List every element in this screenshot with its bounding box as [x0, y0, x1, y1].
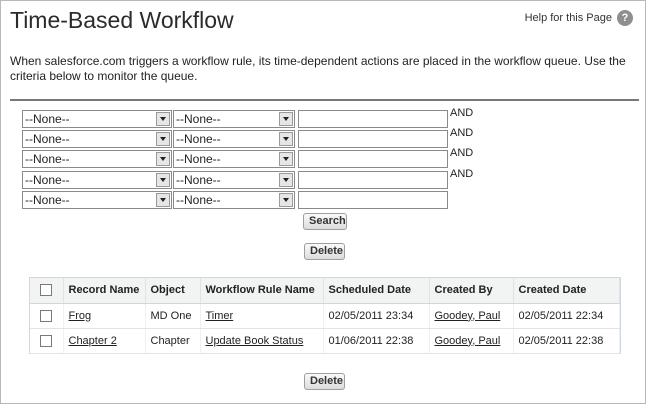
table-row: Frog MD One Timer 02/05/2011 23:34 Goode…: [30, 303, 620, 329]
criteria-row-3: --None-- --None-- AND: [22, 147, 542, 168]
workflow-rule-cell: Timer: [200, 303, 324, 329]
object-cell: MD One: [145, 303, 201, 329]
workflow-rule-cell: Update Book Status: [200, 328, 324, 354]
dropdown-arrow-icon[interactable]: [279, 132, 293, 146]
row-select-cell: [30, 328, 64, 354]
col-header-workflow-rule-name[interactable]: Workflow Rule Name: [200, 278, 324, 304]
created-date-cell: 02/05/2011 22:34: [513, 303, 620, 329]
scheduled-date-cell: 01/06/2011 22:38: [323, 328, 430, 354]
record-name-cell: Chapter 2: [63, 328, 146, 354]
workflow-rule-link[interactable]: Update Book Status: [206, 335, 304, 347]
value-input[interactable]: [298, 191, 448, 209]
page-frame: Time-Based Workflow Help for this Page ?…: [0, 0, 646, 404]
field-select[interactable]: --None--: [22, 150, 172, 168]
and-label: AND: [450, 168, 474, 180]
field-select[interactable]: --None--: [22, 110, 172, 128]
table-row: Chapter 2 Chapter Update Book Status 01/…: [30, 328, 620, 354]
row-checkbox[interactable]: [40, 309, 53, 322]
operator-select[interactable]: --None--: [173, 110, 295, 128]
value-input[interactable]: [298, 110, 448, 128]
col-header-record-name[interactable]: Record Name: [63, 278, 146, 304]
operator-select[interactable]: --None--: [173, 150, 295, 168]
workflow-rule-link[interactable]: Timer: [206, 310, 234, 322]
value-input[interactable]: [298, 171, 448, 189]
created-by-cell: Goodey, Paul: [429, 328, 514, 354]
field-select[interactable]: --None--: [22, 171, 172, 189]
value-input[interactable]: [298, 150, 448, 168]
operator-select[interactable]: --None--: [173, 191, 295, 209]
help-link[interactable]: Help for this Page ?: [525, 10, 633, 26]
col-header-created-date[interactable]: Created Date: [513, 278, 620, 304]
dropdown-arrow-icon[interactable]: [279, 112, 293, 126]
select-all-header: [30, 278, 64, 304]
search-button[interactable]: Search: [303, 213, 347, 230]
select-all-checkbox[interactable]: [40, 284, 53, 297]
dropdown-arrow-icon[interactable]: [279, 152, 293, 166]
help-link-label[interactable]: Help for this Page: [525, 12, 612, 24]
dropdown-arrow-icon[interactable]: [156, 193, 170, 207]
col-header-scheduled-date[interactable]: Scheduled Date: [323, 278, 430, 304]
record-name-cell: Frog: [63, 303, 146, 329]
section-divider: [10, 99, 639, 101]
help-icon[interactable]: ?: [617, 10, 633, 26]
criteria-row-2: --None-- --None-- AND: [22, 127, 542, 148]
col-header-created-by[interactable]: Created By: [429, 278, 514, 304]
dropdown-arrow-icon[interactable]: [279, 193, 293, 207]
page-description: When salesforce.com triggers a workflow …: [10, 54, 626, 83]
dropdown-arrow-icon[interactable]: [279, 173, 293, 187]
and-label: AND: [450, 107, 474, 119]
criteria-row-5: --None-- --None--: [22, 191, 542, 209]
delete-button-bottom[interactable]: Delete: [304, 373, 345, 390]
field-select[interactable]: --None--: [22, 130, 172, 148]
dropdown-arrow-icon[interactable]: [156, 152, 170, 166]
object-cell: Chapter: [145, 328, 201, 354]
record-name-link[interactable]: Chapter 2: [69, 335, 117, 347]
and-label: AND: [450, 147, 474, 159]
table-header-row: Record Name Object Workflow Rule Name Sc…: [30, 278, 620, 304]
field-select[interactable]: --None--: [22, 191, 172, 209]
operator-select[interactable]: --None--: [173, 171, 295, 189]
col-header-object[interactable]: Object: [145, 278, 201, 304]
value-input[interactable]: [298, 130, 448, 148]
dropdown-arrow-icon[interactable]: [156, 173, 170, 187]
criteria-row-4: --None-- --None-- AND: [22, 168, 542, 189]
page-title: Time-Based Workflow: [10, 7, 234, 33]
dropdown-arrow-icon[interactable]: [156, 112, 170, 126]
created-by-cell: Goodey, Paul: [429, 303, 514, 329]
row-select-cell: [30, 303, 64, 329]
created-date-cell: 02/05/2011 22:38: [513, 328, 620, 354]
workflow-queue-table: Record Name Object Workflow Rule Name Sc…: [29, 277, 621, 354]
scheduled-date-cell: 02/05/2011 23:34: [323, 303, 430, 329]
criteria-row-1: --None-- --None-- AND: [22, 107, 542, 128]
dropdown-arrow-icon[interactable]: [156, 132, 170, 146]
and-label: AND: [450, 127, 474, 139]
created-by-link[interactable]: Goodey, Paul: [435, 310, 501, 322]
row-checkbox[interactable]: [40, 334, 53, 347]
delete-button[interactable]: Delete: [304, 243, 345, 260]
operator-select[interactable]: --None--: [173, 130, 295, 148]
created-by-link[interactable]: Goodey, Paul: [435, 335, 501, 347]
record-name-link[interactable]: Frog: [69, 310, 92, 322]
